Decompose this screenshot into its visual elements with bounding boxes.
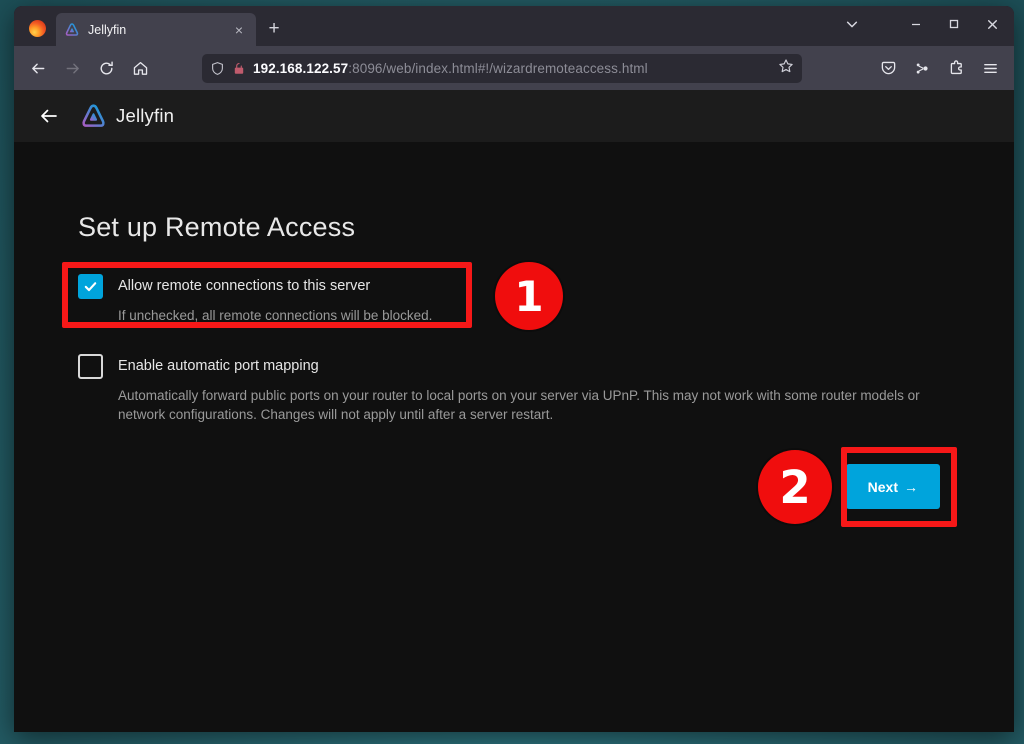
web-page-content: Jellyfin Set up Remote Access Allow remo…: [14, 90, 1014, 732]
jellyfin-favicon-icon: [64, 22, 80, 38]
browser-toolbar-right: [872, 53, 1006, 83]
page-title: Set up Remote Access: [78, 212, 356, 242]
jellyfin-app-header: Jellyfin: [14, 90, 1014, 142]
back-arrow-icon[interactable]: [22, 53, 54, 83]
hamburger-menu-icon[interactable]: [974, 53, 1006, 83]
star-icon[interactable]: [778, 58, 794, 79]
url-path: :8096/web/index.html#!/wizardremoteacces…: [348, 60, 648, 76]
firefox-logo-icon: [18, 12, 56, 44]
url-host: 192.168.122.57: [253, 60, 349, 76]
jellyfin-brand[interactable]: Jellyfin: [80, 103, 174, 130]
close-icon[interactable]: ×: [230, 21, 248, 39]
broken-lock-icon[interactable]: [232, 61, 246, 76]
url-bar[interactable]: 192.168.122.57:8096/web/index.html#!/wiz…: [202, 53, 802, 83]
browser-tab-jellyfin[interactable]: Jellyfin ×: [56, 13, 256, 46]
next-button[interactable]: Next →: [845, 464, 940, 509]
checkbox-description-enable-port-mapping: Automatically forward public ports on yo…: [118, 388, 920, 423]
remote-access-wizard: Set up Remote Access Allow remote connec…: [14, 142, 1014, 732]
jellyfin-logo-icon: [80, 103, 107, 130]
tracking-protection-shield-icon[interactable]: [210, 61, 225, 76]
firefox-account-icon[interactable]: [906, 53, 938, 83]
tabstrip-right-controls: [830, 6, 1010, 46]
checkbox-allow-remote-connections[interactable]: [78, 273, 103, 299]
window-minimize-button[interactable]: [898, 9, 934, 39]
chevron-down-icon[interactable]: [830, 9, 874, 39]
checkbox-enable-port-mapping[interactable]: [78, 353, 103, 379]
window-close-button[interactable]: [974, 9, 1010, 39]
jellyfin-brand-name: Jellyfin: [116, 105, 175, 126]
reload-icon[interactable]: [90, 53, 122, 83]
new-tab-button[interactable]: +: [259, 14, 289, 44]
jellyfin-back-button[interactable]: [36, 103, 62, 129]
arrow-right-icon: →: [904, 478, 918, 495]
annotation-step-marker-2: 2: [758, 450, 832, 524]
browser-nav-toolbar: 192.168.122.57:8096/web/index.html#!/wiz…: [14, 46, 1014, 90]
home-icon[interactable]: [124, 53, 156, 83]
browser-tab-title: Jellyfin: [88, 22, 127, 37]
window-maximize-button[interactable]: [936, 9, 972, 39]
field-enable-port-mapping: Enable automatic port mapping Automatica…: [78, 351, 1014, 424]
next-button-label: Next: [867, 478, 898, 495]
forward-arrow-icon: [56, 53, 88, 83]
pocket-icon[interactable]: [872, 53, 904, 83]
extensions-icon[interactable]: [940, 53, 972, 83]
browser-window: Jellyfin × + 192.168.122.57:8096/web/ind…: [14, 6, 1014, 732]
checkbox-label-enable-port-mapping: Enable automatic port mapping: [118, 358, 319, 375]
url-text[interactable]: 192.168.122.57:8096/web/index.html#!/wiz…: [253, 61, 771, 76]
annotation-step-marker-1: 1: [495, 262, 563, 330]
checkbox-row-enable-port-mapping[interactable]: Enable automatic port mapping: [78, 351, 1014, 381]
browser-tab-strip: Jellyfin × +: [14, 6, 1014, 46]
checkbox-label-allow-remote-connections: Allow remote connections to this server: [118, 278, 371, 294]
